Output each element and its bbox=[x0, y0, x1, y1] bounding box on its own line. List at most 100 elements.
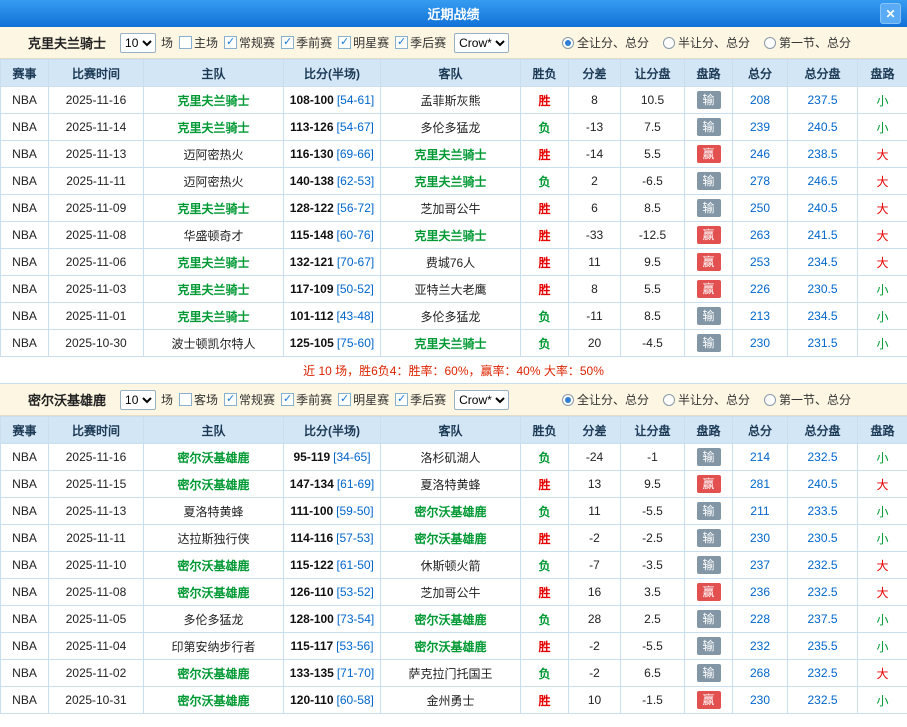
full-time-score: 126-110 bbox=[290, 585, 333, 599]
point-diff-cell: -13 bbox=[569, 114, 621, 141]
away-team-cell[interactable]: 芝加哥公牛 bbox=[381, 195, 521, 222]
away-team-cell[interactable]: 多伦多猛龙 bbox=[381, 303, 521, 330]
filter-checkbox-4[interactable]: ✓季后赛 bbox=[395, 391, 446, 408]
away-team-cell[interactable]: 芝加哥公牛 bbox=[381, 579, 521, 606]
home-team-cell[interactable]: 密尔沃基雄鹿 bbox=[144, 660, 284, 687]
column-header: 分差 bbox=[569, 417, 621, 444]
radio-option-1[interactable]: 半让分、总分 bbox=[663, 34, 750, 51]
filter-checkbox-0[interactable]: 主场 bbox=[179, 34, 218, 51]
home-team-cell[interactable]: 波士顿凯尔特人 bbox=[144, 330, 284, 357]
modal-title: 近期战绩 bbox=[427, 4, 479, 23]
radio-option-2[interactable]: 第一节、总分 bbox=[764, 34, 851, 51]
date-cell: 2025-11-05 bbox=[49, 606, 144, 633]
away-team-cell[interactable]: 多伦多猛龙 bbox=[381, 114, 521, 141]
checkbox-checked-icon: ✓ bbox=[395, 36, 408, 49]
date-cell: 2025-11-09 bbox=[49, 195, 144, 222]
away-team-cell[interactable]: 克里夫兰骑士 bbox=[381, 141, 521, 168]
handicap-result-badge: 输 bbox=[697, 502, 721, 520]
home-team-cell[interactable]: 密尔沃基雄鹿 bbox=[144, 471, 284, 498]
home-team-cell[interactable]: 密尔沃基雄鹿 bbox=[144, 444, 284, 471]
filter-checkbox-3[interactable]: ✓明星赛 bbox=[338, 391, 389, 408]
home-team-name: 密尔沃基雄鹿 bbox=[177, 451, 249, 465]
radio-option-0[interactable]: 全让分、总分 bbox=[562, 34, 649, 51]
home-team-cell[interactable]: 印第安纳步行者 bbox=[144, 633, 284, 660]
close-button[interactable]: ✕ bbox=[880, 3, 901, 24]
home-team-cell[interactable]: 达拉斯独行侠 bbox=[144, 525, 284, 552]
home-team-name: 迈阿密热火 bbox=[183, 148, 243, 162]
radio-option-2[interactable]: 第一节、总分 bbox=[764, 391, 851, 408]
handicap-result-badge: 输 bbox=[697, 334, 721, 352]
home-team-cell[interactable]: 迈阿密热火 bbox=[144, 168, 284, 195]
home-team-cell[interactable]: 多伦多猛龙 bbox=[144, 606, 284, 633]
date-cell: 2025-11-16 bbox=[49, 444, 144, 471]
radio-label: 全让分、总分 bbox=[577, 391, 649, 408]
away-team-cell[interactable]: 费城76人 bbox=[381, 249, 521, 276]
home-team-cell[interactable]: 密尔沃基雄鹿 bbox=[144, 552, 284, 579]
away-team-cell[interactable]: 金州勇士 bbox=[381, 687, 521, 714]
win-loss-cell: 负 bbox=[521, 330, 569, 357]
game-count-select[interactable]: 10 bbox=[120, 33, 156, 53]
league-cell: NBA bbox=[1, 579, 49, 606]
half-time-score: [56-72] bbox=[337, 201, 374, 215]
handicap-result-cell: 赢 bbox=[685, 687, 733, 714]
home-team-cell[interactable]: 夏洛特黄蜂 bbox=[144, 498, 284, 525]
handicap-line-cell: 10.5 bbox=[621, 87, 685, 114]
filter-checkbox-3[interactable]: ✓明星赛 bbox=[338, 34, 389, 51]
handicap-result-badge: 赢 bbox=[697, 583, 721, 601]
home-team-cell[interactable]: 迈阿密热火 bbox=[144, 141, 284, 168]
home-team-cell[interactable]: 克里夫兰骑士 bbox=[144, 195, 284, 222]
radio-option-0[interactable]: 全让分、总分 bbox=[562, 391, 649, 408]
home-team-name: 克里夫兰骑士 bbox=[177, 121, 249, 135]
league-cell: NBA bbox=[1, 303, 49, 330]
home-team-cell[interactable]: 克里夫兰骑士 bbox=[144, 276, 284, 303]
filter-checkbox-4[interactable]: ✓季后赛 bbox=[395, 34, 446, 51]
away-team-name: 克里夫兰骑士 bbox=[414, 337, 486, 351]
filter-checkbox-2[interactable]: ✓季前赛 bbox=[281, 34, 332, 51]
table-header-row: 赛事比赛时间主队比分(半场)客队胜负分差让分盘盘路总分总分盘盘路 bbox=[1, 60, 907, 87]
bookmaker-select[interactable]: Crow* bbox=[454, 33, 509, 53]
point-diff-cell: 8 bbox=[569, 87, 621, 114]
away-team-name: 夏洛特黄蜂 bbox=[420, 478, 480, 492]
away-team-cell[interactable]: 克里夫兰骑士 bbox=[381, 330, 521, 357]
away-team-cell[interactable]: 孟菲斯灰熊 bbox=[381, 87, 521, 114]
away-team-cell[interactable]: 洛杉矶湖人 bbox=[381, 444, 521, 471]
away-team-cell[interactable]: 亚特兰大老鹰 bbox=[381, 276, 521, 303]
home-team-cell[interactable]: 密尔沃基雄鹿 bbox=[144, 579, 284, 606]
over-under-cell: 大 bbox=[858, 471, 907, 498]
home-team-name: 克里夫兰骑士 bbox=[177, 94, 249, 108]
away-team-cell[interactable]: 夏洛特黄蜂 bbox=[381, 471, 521, 498]
away-team-cell[interactable]: 密尔沃基雄鹿 bbox=[381, 606, 521, 633]
filter-checkbox-0[interactable]: 客场 bbox=[179, 391, 218, 408]
home-team-cell[interactable]: 克里夫兰骑士 bbox=[144, 249, 284, 276]
away-team-cell[interactable]: 克里夫兰骑士 bbox=[381, 168, 521, 195]
home-team-cell[interactable]: 克里夫兰骑士 bbox=[144, 87, 284, 114]
home-team-cell[interactable]: 华盛顿奇才 bbox=[144, 222, 284, 249]
full-time-score: 95-119 bbox=[293, 450, 330, 464]
filter-checkbox-1[interactable]: ✓常规赛 bbox=[224, 391, 275, 408]
home-team-cell[interactable]: 密尔沃基雄鹿 bbox=[144, 687, 284, 714]
league-cell: NBA bbox=[1, 687, 49, 714]
home-team-cell[interactable]: 克里夫兰骑士 bbox=[144, 114, 284, 141]
away-team-cell[interactable]: 克里夫兰骑士 bbox=[381, 222, 521, 249]
checkbox-label: 明星赛 bbox=[353, 391, 389, 408]
over-under-cell: 大 bbox=[858, 195, 907, 222]
half-time-score: [54-67] bbox=[337, 120, 374, 134]
score-cell: 114-116[57-53] bbox=[284, 525, 381, 552]
date-cell: 2025-11-10 bbox=[49, 552, 144, 579]
away-team-cell[interactable]: 密尔沃基雄鹿 bbox=[381, 633, 521, 660]
home-team-cell[interactable]: 克里夫兰骑士 bbox=[144, 303, 284, 330]
away-team-cell[interactable]: 密尔沃基雄鹿 bbox=[381, 525, 521, 552]
away-team-cell[interactable]: 密尔沃基雄鹿 bbox=[381, 498, 521, 525]
game-count-select[interactable]: 10 bbox=[120, 390, 156, 410]
away-team-cell[interactable]: 休斯顿火箭 bbox=[381, 552, 521, 579]
bookmaker-select[interactable]: Crow* bbox=[454, 390, 509, 410]
away-team-cell[interactable]: 萨克拉门托国王 bbox=[381, 660, 521, 687]
handicap-result-cell: 输 bbox=[685, 87, 733, 114]
filter-checkbox-1[interactable]: ✓常规赛 bbox=[224, 34, 275, 51]
away-team-name: 密尔沃基雄鹿 bbox=[414, 532, 486, 546]
filter-checkbox-2[interactable]: ✓季前赛 bbox=[281, 391, 332, 408]
over-under-cell: 小 bbox=[858, 525, 907, 552]
radio-option-1[interactable]: 半让分、总分 bbox=[663, 391, 750, 408]
away-team-name: 克里夫兰骑士 bbox=[414, 148, 486, 162]
handicap-result-cell: 输 bbox=[685, 168, 733, 195]
